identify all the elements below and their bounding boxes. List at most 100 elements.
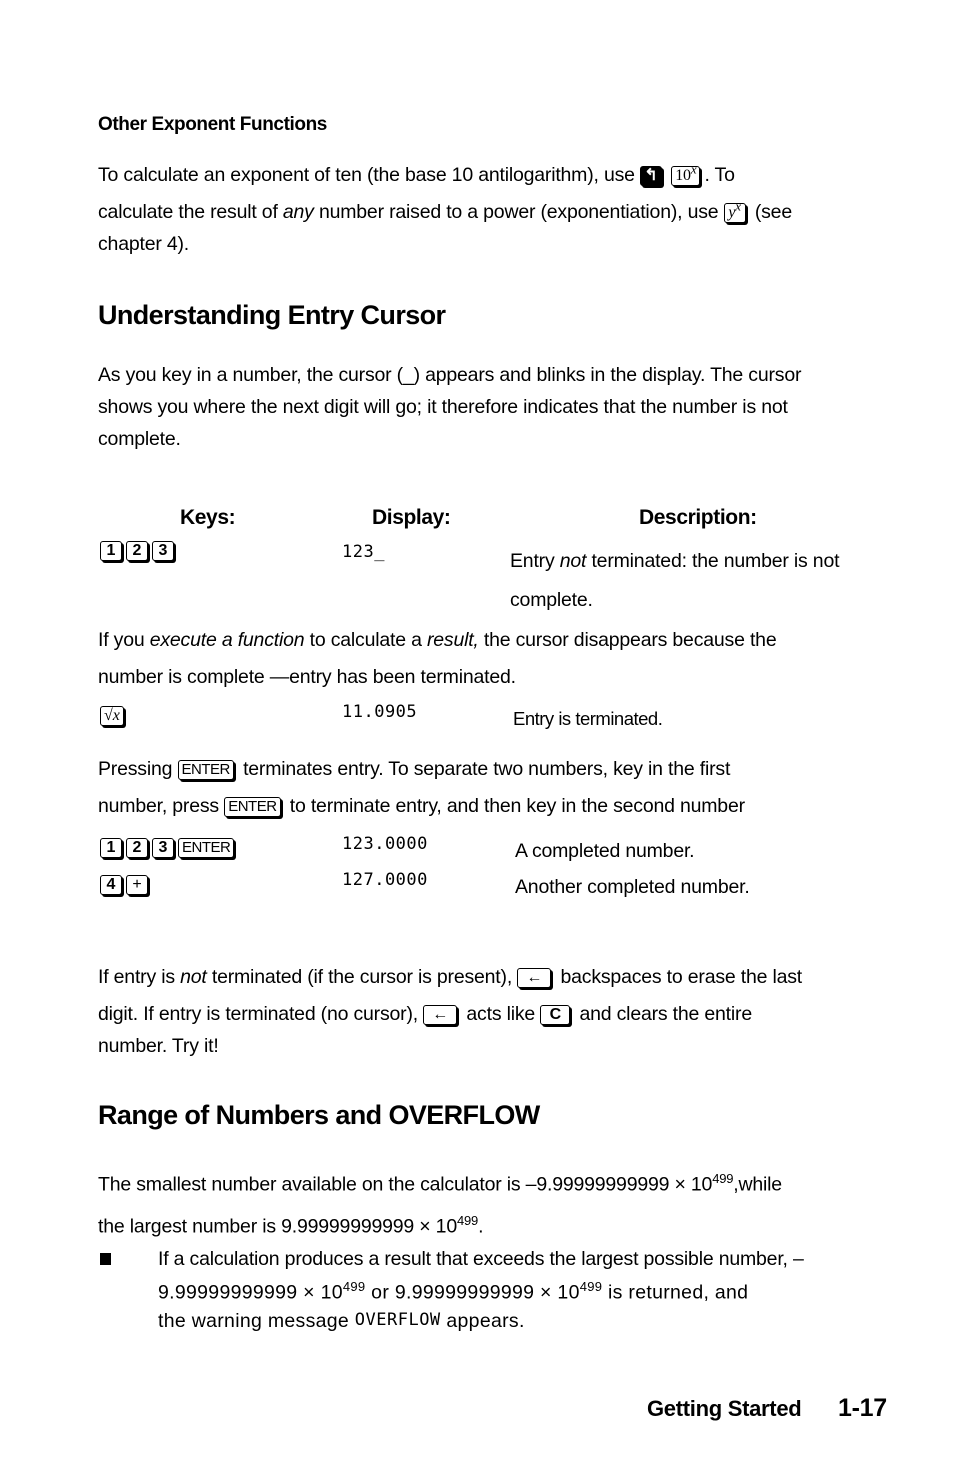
- exponent: 499: [342, 1279, 366, 1294]
- text: terminates entry. To separate two number…: [243, 758, 731, 780]
- key-exponent: x: [735, 198, 741, 214]
- para-line: number, press ENTER to terminate entry, …: [98, 788, 888, 825]
- key-label: 10: [675, 167, 691, 184]
- backspace-key-icon: ←: [517, 968, 552, 988]
- key-1-icon: 1: [100, 541, 122, 561]
- enter-key-icon: ENTER: [224, 797, 281, 817]
- text: Pressing: [98, 758, 173, 780]
- bullet-line: 9.99999999999 × 10499 or 9.99999999999 ×…: [158, 1273, 893, 1307]
- table-row-keys: 1 2 3 ENTER: [100, 838, 238, 858]
- text: is returned, and: [602, 1281, 749, 1304]
- para-line: To calculate an exponent of ten (the bas…: [98, 158, 888, 193]
- backspace-key-icon: ←: [423, 1005, 458, 1025]
- text: to terminate entry, and then key in the …: [289, 795, 745, 817]
- paragraph-enter: Pressing ENTER terminates entry. To sepa…: [98, 751, 888, 825]
- column-header-keys: Keys:: [180, 506, 236, 529]
- text: acts like: [466, 1003, 536, 1025]
- text: terminated (if the cursor is present),: [211, 966, 513, 988]
- table-row-keys: √x: [100, 706, 128, 726]
- text: and clears the entire: [579, 1003, 752, 1025]
- para-line: chapter 4).: [98, 233, 190, 255]
- section-heading-entry-cursor: Understanding Entry Cursor: [98, 300, 446, 330]
- key-2-icon: 2: [126, 838, 148, 858]
- para-line: shows you where the next digit will go; …: [98, 396, 788, 418]
- bullet-line: If a calculation produces a result that …: [158, 1248, 804, 1270]
- table-row-keys: 4 +: [100, 875, 152, 895]
- para-line: complete.: [98, 428, 181, 450]
- footer-chapter-title: Getting Started: [647, 1396, 802, 1421]
- section-heading-range: Range of Numbers and OVERFLOW: [98, 1100, 540, 1130]
- text: .: [478, 1215, 484, 1237]
- exponent: 499: [712, 1171, 734, 1186]
- para-line: calculate the result of any number raise…: [98, 195, 888, 230]
- para-line: number. Try it!: [98, 1035, 219, 1057]
- bullet-square-icon: [100, 1253, 111, 1265]
- para-line: If entry is not terminated (if the curso…: [98, 960, 888, 995]
- text: the warning message: [158, 1309, 350, 1332]
- para-line: number is complete —entry has been termi…: [98, 666, 516, 688]
- desc-line: Entry not terminated: the number is not: [510, 542, 890, 581]
- subsection-heading-other-exponent: Other Exponent Functions: [98, 114, 327, 135]
- text: number raised to a power (exponentiation…: [318, 201, 719, 223]
- emphasis: result,: [426, 629, 479, 651]
- text: backspaces to erase the last: [560, 966, 803, 988]
- text: . To: [704, 164, 735, 186]
- key-3-icon: 3: [152, 541, 174, 561]
- emphasis: execute a function: [149, 629, 305, 651]
- display-value: 123_: [342, 542, 385, 562]
- footer-page-number: 1-17: [838, 1394, 887, 1422]
- text: (see: [754, 201, 792, 223]
- shift-key-icon: ↰: [640, 166, 663, 186]
- column-header-display: Display:: [372, 506, 451, 529]
- desc-line: complete.: [510, 589, 593, 611]
- para-line: digit. If entry is terminated (no cursor…: [98, 997, 888, 1032]
- description-cell: Entry not terminated: the number is not …: [510, 542, 890, 620]
- clear-key-icon: C: [540, 1005, 571, 1025]
- bullet-line: the warning message OVERFLOW appears.: [158, 1307, 893, 1335]
- text: The smallest number available on the cal…: [98, 1173, 713, 1196]
- paragraph-execute-function: If you execute a function to calculate a…: [98, 622, 888, 696]
- display-value: 127.0000: [342, 870, 428, 890]
- display-value: 11.0905: [342, 702, 418, 722]
- text: or 9.99999999999 × 10: [365, 1281, 580, 1304]
- text: calculate the result of: [98, 201, 278, 223]
- text: terminated: the number is not: [591, 550, 840, 572]
- para-line: As you key in a number, the cursor (_) a…: [98, 364, 802, 386]
- paragraph-cursor-intro: As you key in a number, the cursor (_) a…: [98, 359, 888, 455]
- ten-power-x-key-icon: 10x: [671, 163, 701, 186]
- para-line: Pressing ENTER terminates entry. To sepa…: [98, 751, 888, 788]
- text: the largest number is 9.99999999999 × 10: [98, 1215, 457, 1237]
- key-1-icon: 1: [100, 838, 122, 858]
- column-header-description: Description:: [639, 506, 757, 529]
- plus-key-icon: +: [126, 875, 148, 895]
- y-power-x-key-icon: yx: [723, 200, 746, 223]
- key-4-icon: 4: [100, 875, 122, 895]
- text: digit. If entry is terminated (no cursor…: [98, 1003, 418, 1025]
- display-message: OVERFLOW: [354, 1309, 441, 1330]
- key-exponent: x: [690, 161, 697, 177]
- description-cell: Entry is terminated.: [513, 708, 663, 729]
- paragraph-range: The smallest number available on the cal…: [98, 1161, 888, 1244]
- text: number, press: [98, 795, 219, 817]
- paragraph-other-exponent: To calculate an exponent of ten (the bas…: [98, 158, 888, 262]
- emphasis: not: [559, 550, 587, 572]
- para-line: The smallest number available on the cal…: [98, 1161, 888, 1203]
- text: To calculate an exponent of ten (the bas…: [98, 164, 635, 186]
- enter-key-icon: ENTER: [178, 838, 235, 858]
- enter-key-icon: ENTER: [177, 760, 234, 780]
- text: Entry: [510, 550, 555, 572]
- description-cell: Another completed number.: [515, 876, 750, 898]
- text: If you: [98, 629, 145, 651]
- key-2-icon: 2: [126, 541, 148, 561]
- bullet-overflow: If a calculation produces a result that …: [158, 1246, 893, 1335]
- text: ,while: [733, 1173, 782, 1196]
- text: appears.: [446, 1309, 525, 1332]
- exponent: 499: [579, 1279, 603, 1294]
- exponent: 499: [456, 1212, 479, 1228]
- emphasis: any: [282, 201, 314, 223]
- display-value: 123.0000: [342, 834, 428, 854]
- text: If entry is: [98, 966, 175, 988]
- paragraph-backspace: If entry is not terminated (if the curso…: [98, 960, 888, 1064]
- text: to calculate a: [309, 629, 422, 651]
- description-cell: A completed number.: [515, 840, 695, 862]
